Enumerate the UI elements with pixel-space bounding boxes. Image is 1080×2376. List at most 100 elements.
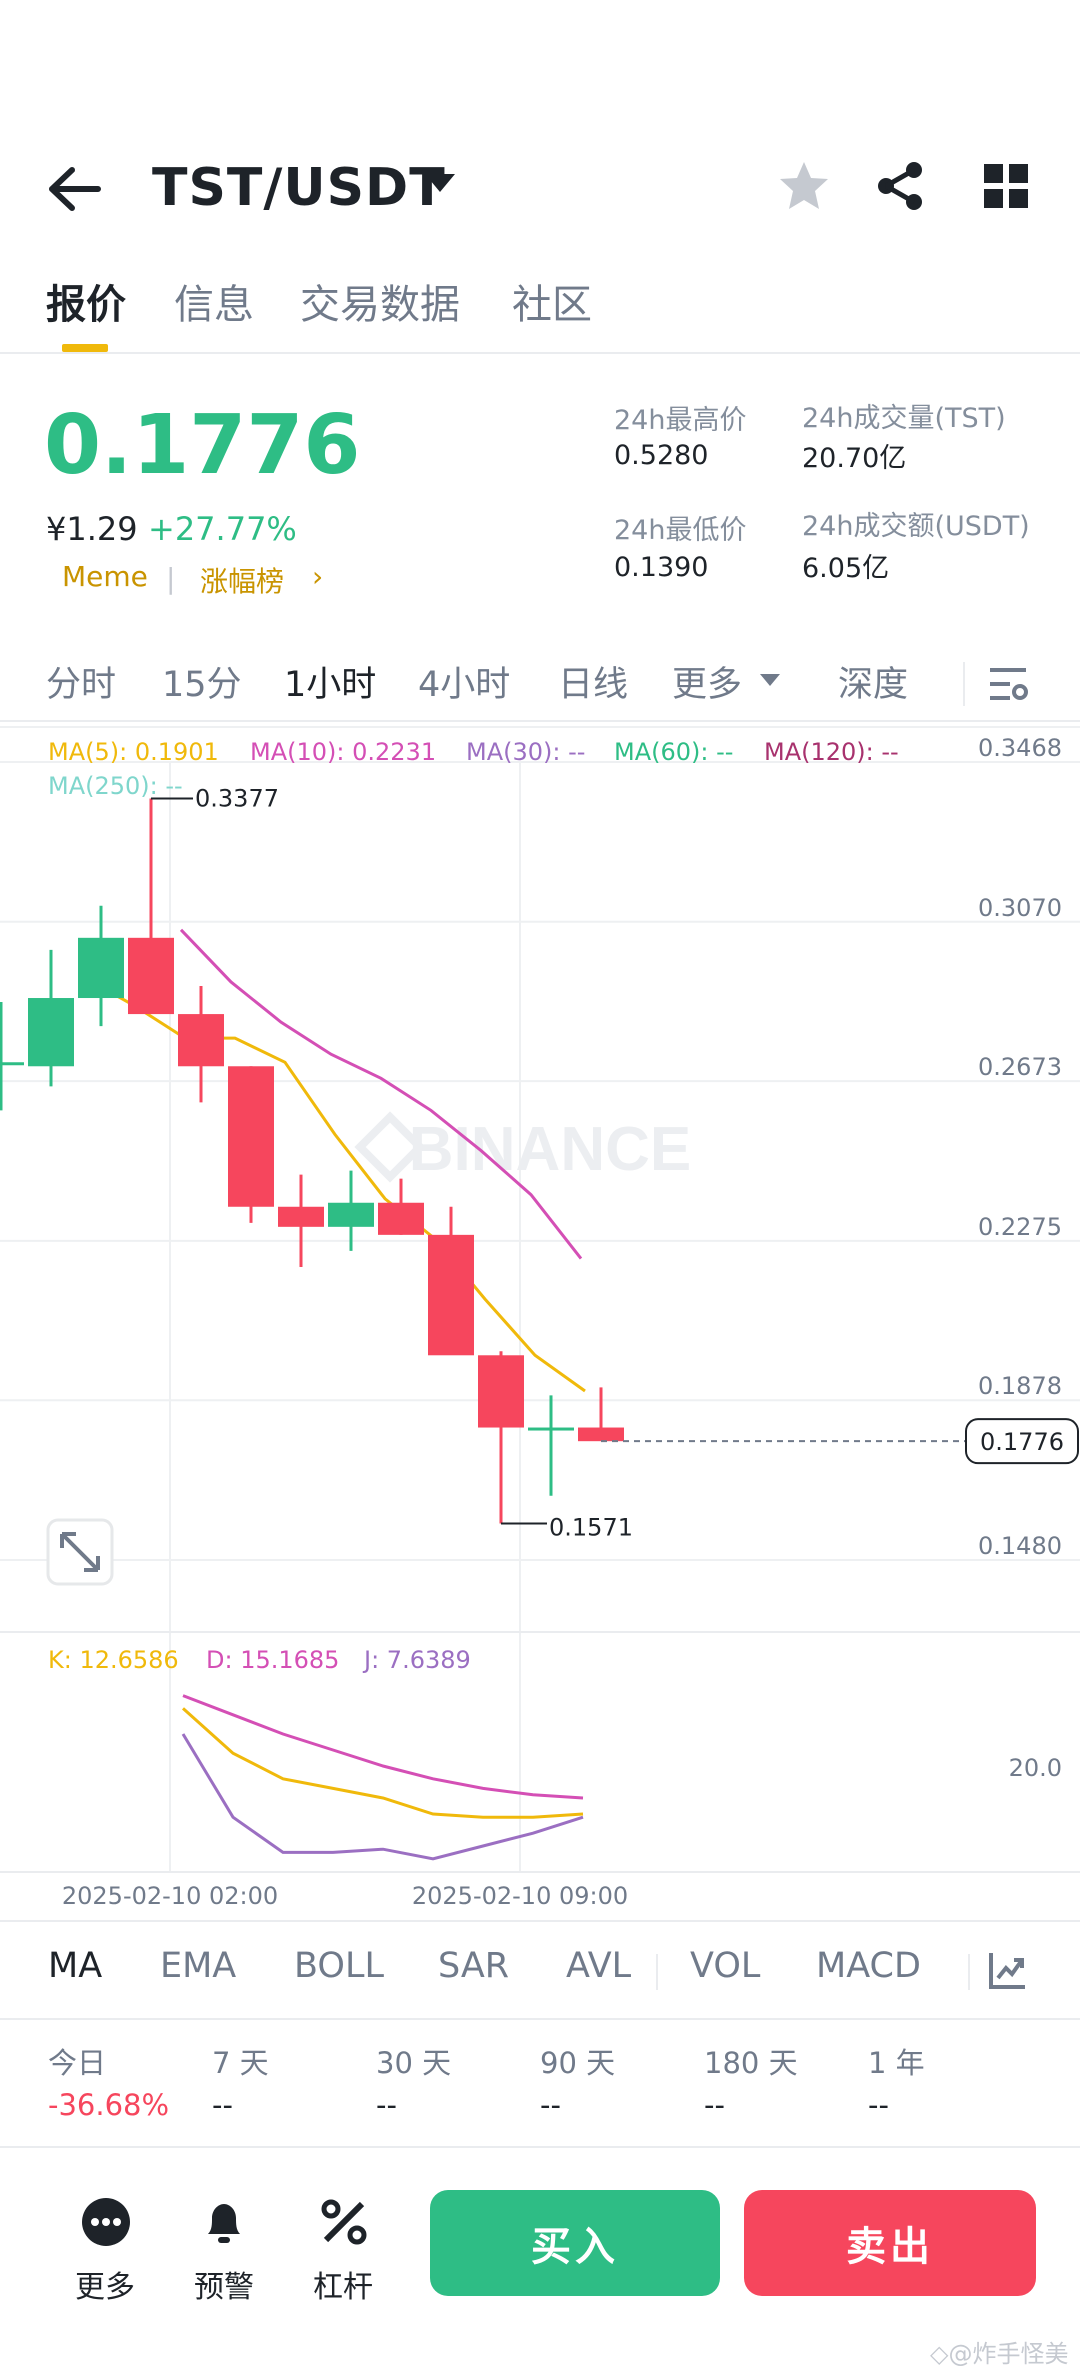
low-marker-label: 0.1571	[549, 1513, 633, 1541]
last-price-tag: 0.1776	[980, 1428, 1064, 1456]
perf-180d-label: 180 天	[704, 2046, 798, 2080]
sell-button[interactable]: 卖出	[744, 2190, 1036, 2296]
perf-1y-label: 1 年	[868, 2046, 925, 2080]
ma-legend: MA(5): 0.1901 MA(10): 0.2231 MA(30): -- MA(…	[48, 738, 899, 800]
kdj-legend-item: J: 7.6389	[362, 1646, 471, 1674]
time-tick-label: 2025-02-10 09:00	[412, 1882, 628, 1910]
active-tab-indicator	[62, 344, 108, 352]
indicator-macd[interactable]: MACD	[816, 1946, 921, 1986]
ma-legend-item: MA(60): --	[614, 738, 733, 766]
candle-body	[328, 1202, 374, 1227]
price-tick-label: 0.1480	[978, 1532, 1062, 1560]
perf-90d-label: 90 天	[540, 2046, 616, 2080]
chevron-right-icon[interactable]: ›	[312, 560, 323, 593]
indicator-sar[interactable]: SAR	[438, 1946, 509, 1986]
expand-chart-button[interactable]	[46, 1518, 114, 1586]
candle-body	[278, 1206, 324, 1227]
stat-volume-usdt-label: 24h成交额(USDT)	[802, 511, 1030, 542]
price-chart[interactable]: BINANCE MA(5): 0.1901 MA(10): 0.2231 MA(30…	[0, 722, 1080, 1916]
last-price: 0.1776	[44, 398, 361, 493]
time-tick-label: 2025-02-10 02:00	[62, 1882, 278, 1910]
ma-legend-item: MA(120): --	[764, 738, 899, 766]
more-label[interactable]: 更多	[75, 2262, 135, 2306]
perf-1y-value: --	[868, 2088, 889, 2122]
divider	[656, 1954, 658, 1990]
interval-1d[interactable]: 日线	[558, 656, 628, 707]
indicator-ma[interactable]: MA	[48, 1946, 102, 1986]
buy-button[interactable]: 买入	[430, 2190, 720, 2296]
indicator-bar: MA EMA BOLL SAR AVL VOL MACD	[0, 1920, 1080, 2020]
indicator-boll[interactable]: BOLL	[294, 1946, 384, 1986]
price-change-percent: +27.77%	[148, 510, 297, 548]
more-icon[interactable]	[80, 2196, 132, 2248]
ma-legend-item: MA(5): 0.1901	[48, 738, 219, 766]
section-tabs: 报价 信息 交易数据 社区	[0, 262, 1080, 354]
tab-community[interactable]: 社区	[512, 272, 592, 330]
indicator-settings-icon[interactable]	[988, 1950, 1028, 1990]
stat-volume-tst-value: 20.70亿	[802, 443, 907, 474]
perf-180d-value: --	[704, 2088, 725, 2122]
candle-body	[428, 1234, 474, 1356]
stat-high-value: 0.5280	[614, 440, 709, 471]
watermark-text: ◇@炸手怪美	[930, 2340, 1069, 2368]
perf-30d-value: --	[376, 2088, 397, 2122]
stat-low-value: 0.1390	[614, 552, 709, 583]
kdj-tick-label: 20.0	[1009, 1754, 1062, 1782]
tag-meme[interactable]: Meme	[62, 560, 148, 593]
high-marker-label: 0.3377	[195, 785, 279, 813]
back-arrow-icon[interactable]	[46, 164, 102, 214]
candle-body	[128, 937, 174, 1015]
alert-bell-icon[interactable]	[198, 2196, 250, 2248]
leverage-percent-icon[interactable]	[318, 2196, 370, 2248]
candle-body	[0, 1062, 24, 1066]
grid-menu-icon[interactable]	[982, 162, 1030, 210]
header-bar: TST/USDT	[0, 140, 1080, 240]
candle-body	[228, 1066, 274, 1207]
price-tick-label: 0.3070	[978, 894, 1062, 922]
indicator-ema[interactable]: EMA	[160, 1946, 236, 1986]
chart-settings-icon[interactable]	[988, 662, 1028, 706]
kdj-j-line	[181, 1733, 584, 1861]
interval-15m[interactable]: 15分	[162, 656, 242, 707]
divider	[968, 1954, 970, 1990]
kdj-legend-item: D: 15.1685	[206, 1646, 339, 1674]
interval-time[interactable]: 分时	[46, 656, 116, 707]
ma5-line	[84, 976, 586, 1393]
stat-volume-tst-label: 24h成交量(TST)	[802, 403, 1006, 434]
caret-down-icon[interactable]	[760, 674, 780, 686]
price-tick-label: 0.3468	[978, 734, 1062, 762]
price-tick-label: 0.1878	[978, 1372, 1062, 1400]
alert-label[interactable]: 预警	[194, 2262, 254, 2306]
tab-quote[interactable]: 报价	[46, 272, 126, 330]
candle-body	[28, 998, 74, 1067]
interval-1h[interactable]: 1小时	[284, 656, 376, 707]
trading-pair-title[interactable]: TST/USDT	[152, 158, 446, 218]
candle-body	[378, 1202, 424, 1235]
star-icon[interactable]	[776, 158, 832, 214]
tag-divider: |	[166, 562, 176, 595]
interval-more[interactable]: 更多	[672, 656, 742, 707]
tab-info[interactable]: 信息	[174, 272, 254, 330]
caret-down-icon[interactable]	[425, 174, 455, 192]
candle-body	[578, 1427, 624, 1442]
perf-7d-value: --	[212, 2088, 233, 2122]
price-tick-label: 0.2275	[978, 1213, 1062, 1241]
ma-legend-item: MA(250): --	[48, 772, 183, 800]
stat-high-label: 24h最高价	[614, 405, 747, 436]
ma-legend-item: MA(10): 0.2231	[250, 738, 436, 766]
leverage-label[interactable]: 杠杆	[313, 2262, 373, 2306]
indicator-vol[interactable]: VOL	[690, 1946, 760, 1986]
perf-30d-label: 30 天	[376, 2046, 452, 2080]
candle-body	[178, 1014, 224, 1067]
perf-90d-value: --	[540, 2088, 561, 2122]
tag-gainers[interactable]: 涨幅榜	[200, 560, 284, 600]
kdj-legend-item: K: 12.6586	[48, 1646, 179, 1674]
kdj-k-line	[181, 1707, 584, 1819]
indicator-avl[interactable]: AVL	[566, 1946, 631, 1986]
interval-depth[interactable]: 深度	[838, 656, 908, 707]
share-icon[interactable]	[874, 160, 926, 212]
stat-volume-usdt-value: 6.05亿	[802, 553, 890, 584]
interval-4h[interactable]: 4小时	[418, 656, 510, 707]
candle-body	[478, 1355, 524, 1428]
tab-trading-data[interactable]: 交易数据	[300, 272, 460, 330]
